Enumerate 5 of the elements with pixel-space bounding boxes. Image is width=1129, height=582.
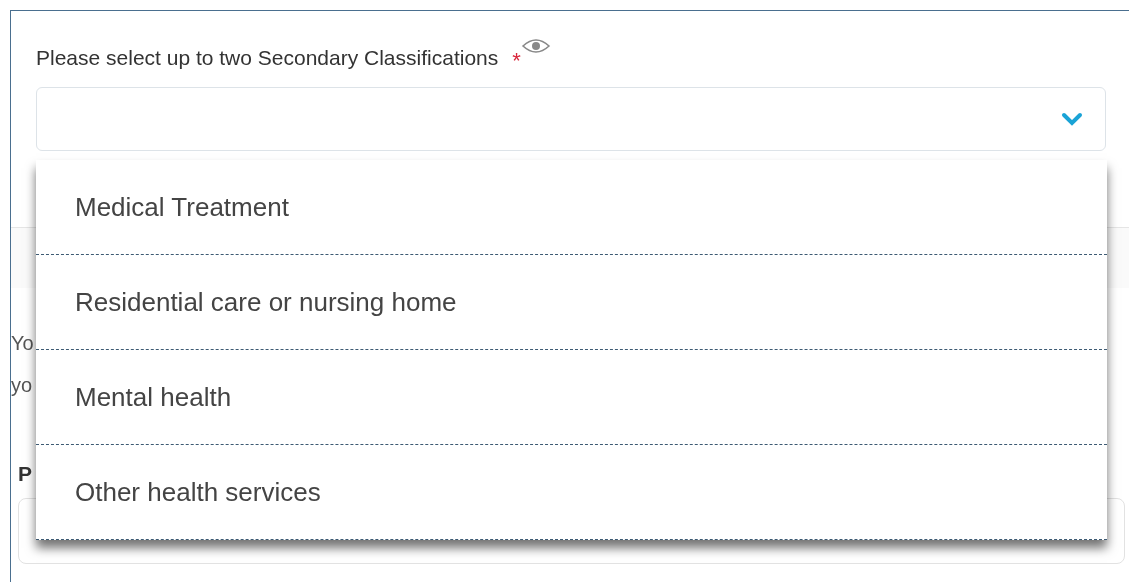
- body-text: Yo: [11, 331, 34, 356]
- field-label: Please select up to two Secondary Classifications: [36, 45, 499, 71]
- body-text: yo: [11, 373, 33, 398]
- required-mark: *: [512, 47, 521, 75]
- field-label: P: [18, 462, 32, 485]
